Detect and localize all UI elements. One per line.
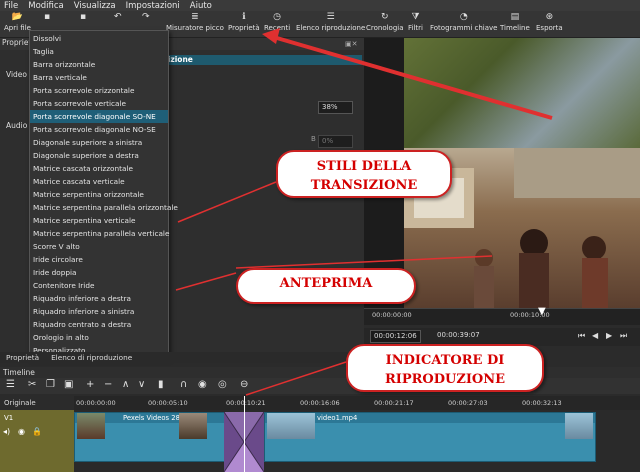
annotation-arrows [175, 28, 553, 396]
callout-stili: STILI DELLA TRANSIZIONE [276, 150, 452, 198]
callout-indicatore: INDICATORE DI RIPRODUZIONE [346, 344, 544, 392]
callout-anteprima: ANTEPRIMA [236, 268, 416, 304]
